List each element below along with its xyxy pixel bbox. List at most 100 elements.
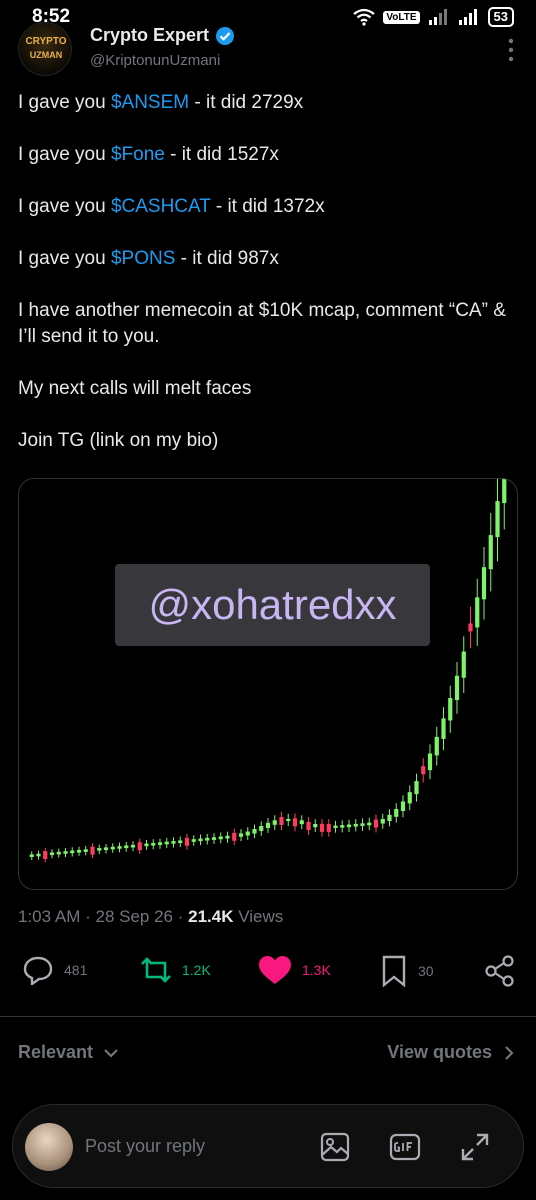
- candle-body: [76, 849, 82, 853]
- author-avatar[interactable]: CRYPTO UZMAN: [18, 22, 72, 76]
- candle-body: [333, 825, 338, 828]
- avatar-logo-text: CRYPTO: [25, 36, 67, 47]
- chevron-down-icon: [104, 1048, 118, 1058]
- views-label: Views: [238, 907, 284, 926]
- candlestick-chart-image: [29, 479, 507, 863]
- heart-icon: [259, 956, 291, 984]
- tweet-media-image[interactable]: @xohatredxx: [18, 478, 518, 890]
- status-icons: VoLTE 53: [353, 7, 514, 27]
- candle-body: [407, 792, 412, 804]
- candle-body: [434, 736, 439, 756]
- candle-body: [414, 781, 419, 795]
- reply-count: 481: [64, 962, 88, 978]
- candle-body: [313, 823, 318, 828]
- candle-body: [252, 829, 257, 834]
- tweet-date: 28 Sep 26: [95, 907, 173, 926]
- candle-body: [360, 823, 365, 826]
- wifi-icon: [353, 8, 376, 26]
- candle-body: [157, 842, 163, 845]
- tweet-time: 1:03 AM: [18, 907, 81, 926]
- candle-body: [394, 808, 399, 817]
- repost-count: 1.2K: [182, 962, 211, 978]
- candle-body: [259, 825, 264, 832]
- candle-body: [49, 852, 55, 856]
- tweet-paragraph-ca: I have another memecoin at $10K mcap, co…: [18, 300, 506, 347]
- candle-body: [427, 753, 433, 771]
- more-options-icon[interactable]: [508, 38, 514, 62]
- gif-icon[interactable]: [389, 1131, 421, 1163]
- candle-body: [367, 822, 372, 826]
- signal-icon-1: [428, 9, 447, 25]
- bookmark-icon: [382, 955, 406, 987]
- candle-body: [481, 567, 487, 600]
- views-count: 21.4K: [188, 907, 234, 926]
- tweet-text: I gave you $ANSEM - it did 2729x I gave …: [18, 90, 518, 480]
- candle-body: [340, 825, 345, 828]
- tweet-meta: 1:03 AM · 28 Sep 26 · 21.4K Views: [18, 907, 284, 926]
- cashtag-link[interactable]: $PONS: [111, 248, 175, 269]
- candle-body: [56, 851, 61, 855]
- candle-body: [43, 851, 48, 860]
- candle-body: [468, 623, 473, 632]
- share-button[interactable]: [484, 955, 516, 987]
- candle-body: [83, 849, 88, 852]
- cashtag-link[interactable]: $ANSEM: [111, 92, 189, 113]
- tweet-line: I gave you $PONS - it did 987x: [18, 248, 279, 269]
- candle-body: [97, 848, 102, 851]
- candle-body: [400, 801, 406, 811]
- candle-body: [63, 851, 68, 854]
- candle-body: [292, 818, 298, 827]
- candle-body: [130, 844, 136, 848]
- avatar-logo-text-2: UZMAN: [29, 50, 63, 60]
- status-bar: 8:52 VoLTE 53: [0, 0, 536, 36]
- tweet-line: I gave you $ANSEM - it did 2729x: [18, 92, 304, 113]
- image-icon[interactable]: [319, 1131, 351, 1163]
- candle-body: [184, 837, 190, 846]
- reply-composer[interactable]: Post your reply: [12, 1104, 524, 1188]
- chevron-right-icon: [505, 1045, 514, 1060]
- candle-body: [461, 651, 466, 678]
- candle-body: [488, 535, 493, 570]
- candle-body: [164, 841, 169, 845]
- expand-icon[interactable]: [459, 1131, 491, 1163]
- candle-body: [29, 854, 34, 857]
- reply-icon: [23, 956, 53, 985]
- section-divider: [0, 1016, 536, 1017]
- candle-body: [144, 843, 149, 847]
- candle-body: [225, 835, 230, 839]
- candle-body: [272, 820, 277, 825]
- candle-body: [232, 832, 237, 841]
- repost-button[interactable]: 1.2K: [140, 955, 211, 985]
- candle-body: [319, 823, 325, 832]
- bookmark-count: 30: [418, 963, 434, 979]
- candle-body: [171, 841, 176, 844]
- reply-input[interactable]: Post your reply: [85, 1136, 205, 1157]
- like-button[interactable]: 1.3K: [258, 955, 331, 985]
- candle-body: [191, 839, 196, 842]
- tweet-paragraph-melt: My next calls will melt faces: [18, 378, 252, 399]
- candle-body: [441, 718, 446, 739]
- reply-button[interactable]: 481: [22, 955, 87, 985]
- cashtag-link[interactable]: $CASHCAT: [111, 196, 211, 217]
- signal-icon-2: [458, 9, 477, 25]
- author-handle[interactable]: @KriptonunUzmani: [90, 52, 220, 69]
- view-quotes-label: View quotes: [387, 1042, 492, 1062]
- candle-body: [211, 837, 217, 840]
- candle-body: [353, 823, 358, 827]
- candle-body: [387, 814, 392, 821]
- volte-badge: VoLTE: [383, 10, 420, 24]
- verified-badge-icon: [216, 26, 235, 45]
- view-quotes-link[interactable]: View quotes: [387, 1042, 514, 1063]
- candle-body: [178, 840, 183, 844]
- author-name-text: Crypto Expert: [90, 25, 210, 45]
- candle-body: [448, 698, 453, 721]
- cashtag-link[interactable]: $Fone: [111, 144, 165, 165]
- author-name[interactable]: Crypto Expert: [90, 25, 235, 46]
- bookmark-button[interactable]: 30: [380, 955, 434, 987]
- candle-body: [265, 822, 271, 828]
- candle-body: [137, 842, 142, 851]
- sort-label: Relevant: [18, 1042, 94, 1062]
- sort-relevant-dropdown[interactable]: Relevant: [18, 1042, 119, 1063]
- tweet-line: I gave you $Fone - it did 1527x: [18, 144, 279, 165]
- candle-body: [238, 833, 244, 837]
